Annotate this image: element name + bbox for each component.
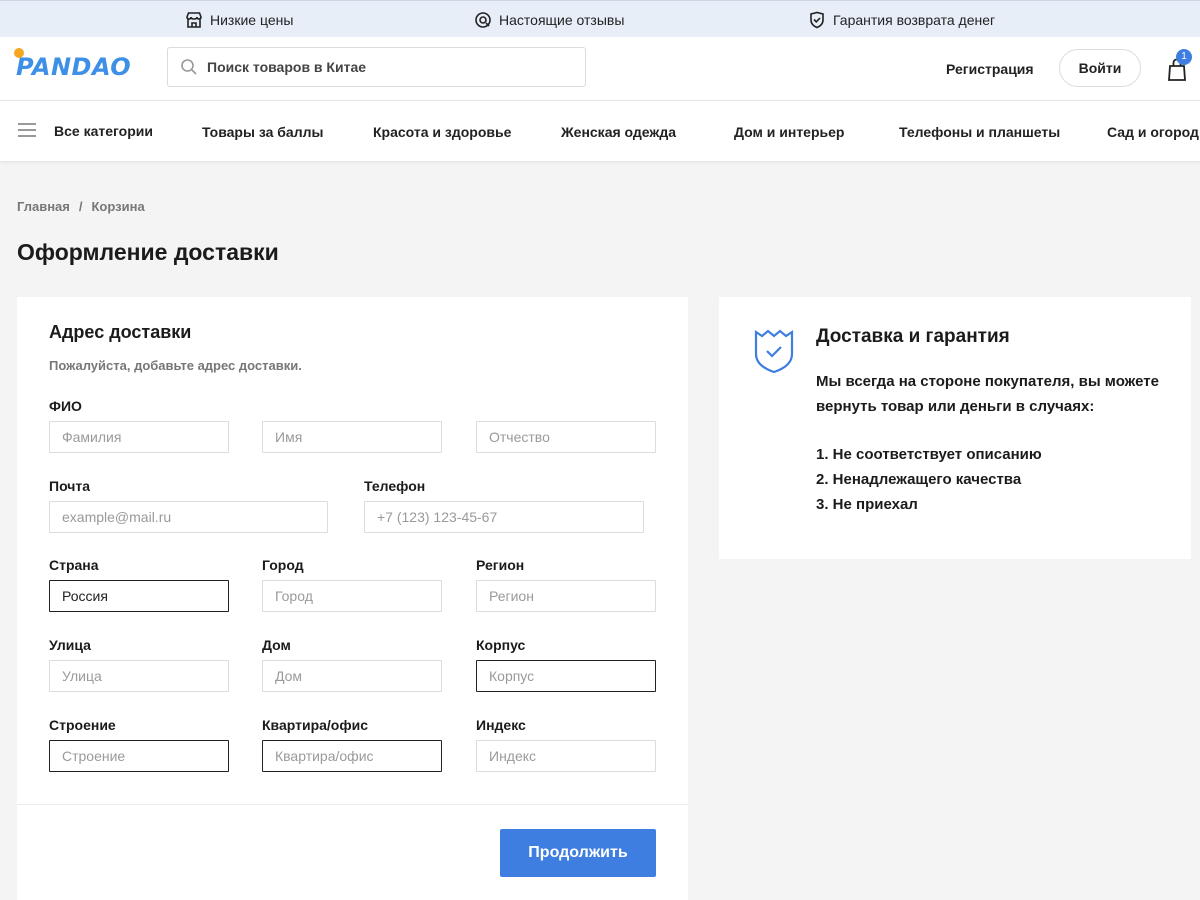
patronymic-field[interactable] [476,421,656,453]
email-label: Почта [49,478,91,494]
promo-label: Настоящие отзывы [499,11,625,28]
delivery-guarantee-card: Доставка и гарантия Мы всегда на стороне… [719,297,1191,559]
country-label: Страна [49,557,99,573]
cart-button[interactable]: 1 [1164,49,1192,83]
promo-label: Гарантия возврата денег [833,11,996,28]
promo-money-back: Гарантия возврата денег [808,1,995,38]
form-divider [17,804,688,805]
info-title: Доставка и гарантия [816,326,1010,347]
nav-item-womens-clothing[interactable]: Женская одежда [561,124,676,140]
promo-bar: Низкие цены Настоящие отзывы Гарантия во… [0,0,1200,37]
street-label: Улица [49,637,91,653]
house-label: Дом [262,637,291,653]
page-title: Оформление доставки [17,239,279,265]
search-input[interactable] [207,59,567,75]
korpus-field[interactable] [476,660,656,692]
logo-text: PANDAO [16,53,132,81]
city-field[interactable] [262,580,442,612]
info-list-item: 3. Не приехал [816,496,918,513]
menu-icon[interactable] [18,123,36,137]
house-field[interactable] [262,660,442,692]
reviews-icon [475,11,491,28]
logo[interactable]: PANDAO [14,47,140,83]
korpus-label: Корпус [476,637,526,653]
phone-field[interactable] [364,501,644,533]
continue-button[interactable]: Продолжить [500,829,656,877]
form-subtitle: Пожалуйста, добавьте адрес доставки. [49,358,302,373]
building-label: Строение [49,717,116,733]
search-icon [181,59,197,75]
info-text: Мы всегда на стороне покупателя, вы може… [816,373,1159,415]
promo-label: Низкие цены [210,11,294,28]
breadcrumb: Главная / Корзина [17,199,145,214]
nav-item-garden[interactable]: Сад и огород [1107,124,1199,140]
store-icon [186,11,202,28]
nav-item-home[interactable]: Дом и интерьер [734,124,844,140]
shield-check-icon [754,329,794,374]
info-list-item: 1. Не соответствует описанию [816,446,1042,463]
country-field[interactable] [49,580,229,612]
promo-real-reviews: Настоящие отзывы [474,1,624,38]
search-box [167,47,586,87]
apartment-field[interactable] [262,740,442,772]
region-field[interactable] [476,580,656,612]
index-label: Индекс [476,717,526,733]
breadcrumb-home[interactable]: Главная [17,199,70,214]
address-form-card: Адрес доставки Пожалуйста, добавьте адре… [17,297,688,900]
info-list-item: 2. Ненадлежащего качества [816,471,1022,488]
login-button[interactable]: Войти [1059,49,1141,87]
nav-item-beauty[interactable]: Красота и здоровье [373,124,511,140]
nav-all-categories[interactable]: Все категории [54,123,153,139]
apartment-label: Квартира/офис [262,717,369,733]
nav-item-points[interactable]: Товары за баллы [202,124,323,140]
building-field[interactable] [49,740,229,772]
breadcrumb-separator: / [78,199,83,214]
breadcrumb-current: Корзина [91,199,145,214]
phone-label: Телефон [364,478,426,494]
street-field[interactable] [49,660,229,692]
lastname-field[interactable] [49,421,229,453]
email-field[interactable] [49,501,328,533]
register-link[interactable]: Регистрация [946,61,1034,77]
index-field[interactable] [476,740,656,772]
site-header: PANDAO Регистрация Войти 1 [0,37,1200,101]
info-list: 1. Не соответствует описанию 2. Ненадлеж… [816,442,1042,517]
category-nav: Все категории Товары за баллы Красота и … [0,101,1200,161]
shield-check-icon [810,11,824,28]
form-title: Адрес доставки [49,322,192,342]
promo-low-prices: Низкие цены [185,1,293,38]
city-label: Город [262,557,304,573]
region-label: Регион [476,557,525,573]
firstname-field[interactable] [262,421,442,453]
cart-count-badge: 1 [1176,49,1192,65]
nav-item-phones[interactable]: Телефоны и планшеты [899,124,1060,140]
fio-label: ФИО [49,398,82,414]
